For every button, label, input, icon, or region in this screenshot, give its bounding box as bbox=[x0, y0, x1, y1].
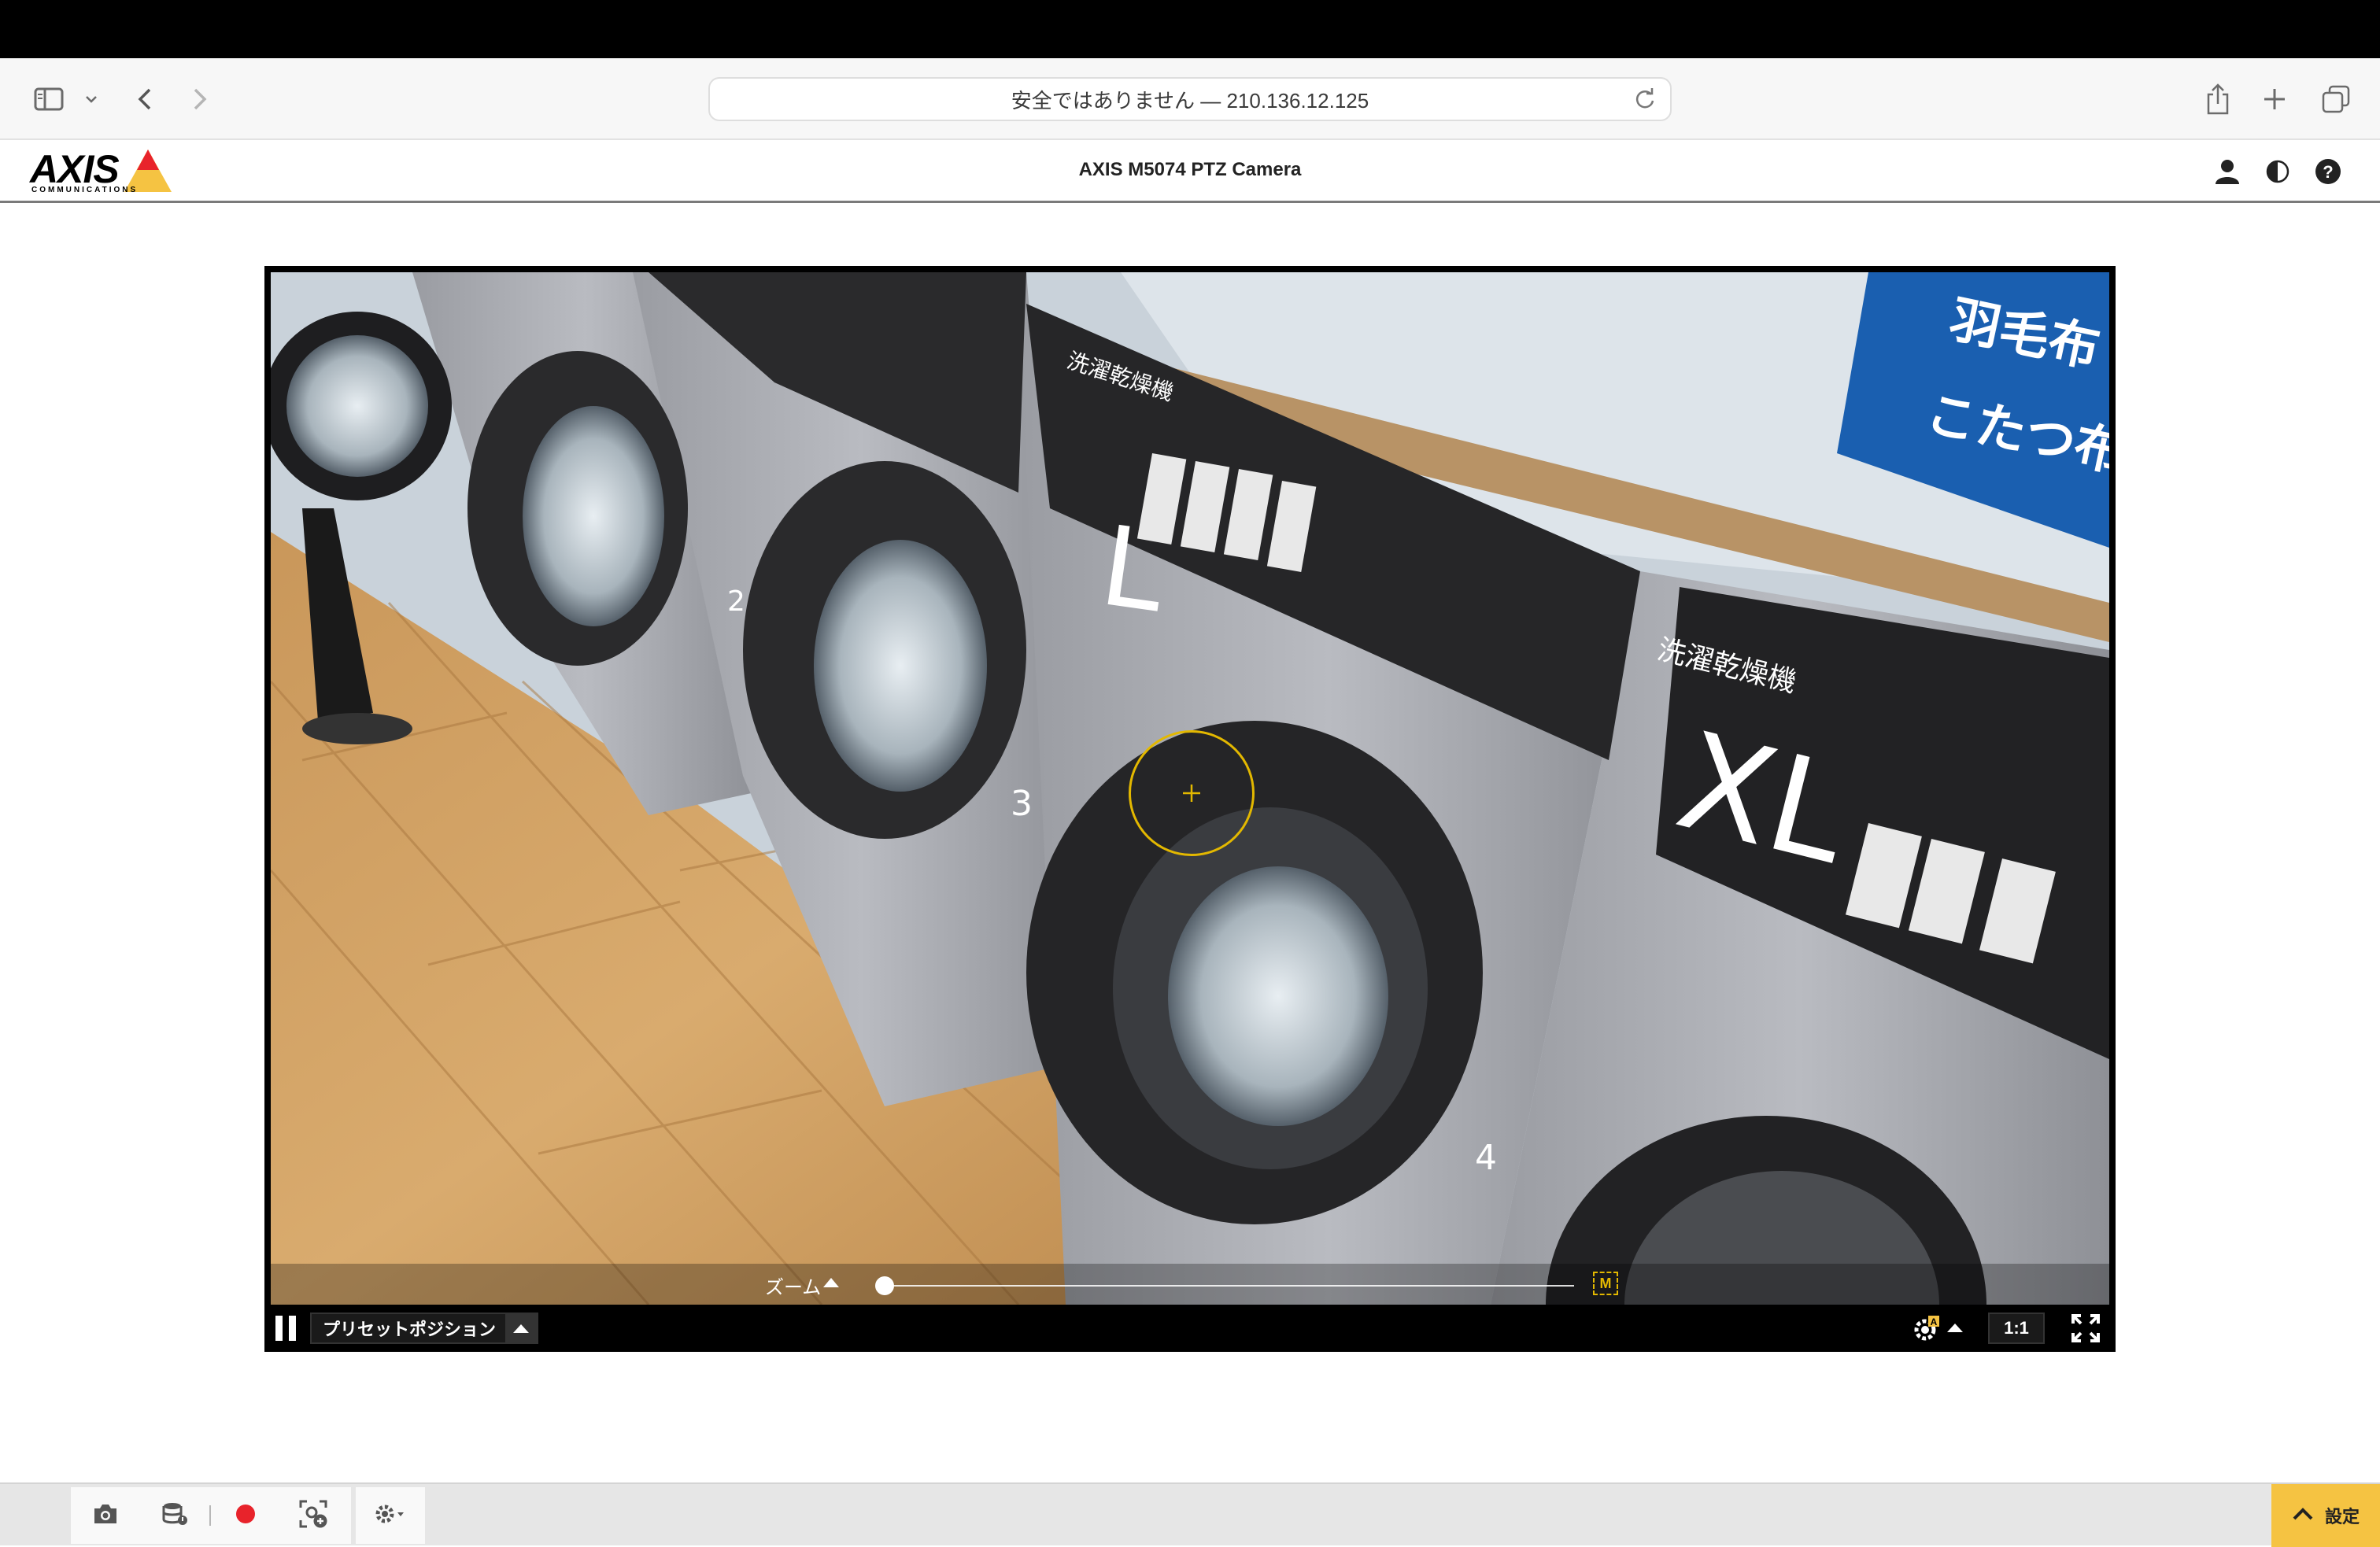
zoom-menu-caret-icon[interactable] bbox=[823, 1278, 839, 1287]
storage-icon bbox=[161, 1502, 188, 1530]
user-icon[interactable] bbox=[2210, 154, 2245, 189]
player-control-bar: プリセットポジション A 1:1 bbox=[264, 1305, 2116, 1352]
brand-subtitle: COMMUNICATIONS bbox=[31, 186, 139, 194]
zoom-mode-badge[interactable]: M bbox=[1593, 1272, 1618, 1295]
crosshair-icon bbox=[1183, 785, 1200, 802]
page-title: AXIS M5074 PTZ Camera bbox=[1078, 159, 1302, 180]
reload-icon[interactable] bbox=[1632, 87, 1658, 116]
camera-icon bbox=[92, 1503, 119, 1529]
pause-icon[interactable] bbox=[275, 1316, 299, 1341]
ptz-add-button[interactable] bbox=[279, 1487, 348, 1544]
record-button[interactable] bbox=[211, 1487, 280, 1544]
record-icon bbox=[235, 1503, 257, 1529]
tabs-icon[interactable] bbox=[2319, 82, 2353, 116]
settings-panel-button[interactable]: 設定 bbox=[2271, 1484, 2380, 1547]
bottom-toolbar: 設定 bbox=[0, 1482, 2380, 1547]
ptz-add-tool bbox=[279, 1487, 351, 1544]
forward-icon[interactable] bbox=[187, 82, 213, 116]
address-bar[interactable]: 安全ではありません — 210.136.12.125 bbox=[708, 77, 1672, 121]
zoom-slider-handle[interactable] bbox=[875, 1276, 894, 1295]
back-icon[interactable] bbox=[132, 82, 157, 116]
settings-tool-group bbox=[356, 1487, 425, 1544]
contrast-icon[interactable] bbox=[2260, 154, 2295, 189]
new-tab-icon[interactable] bbox=[2259, 82, 2290, 116]
chevron-down-icon[interactable] bbox=[82, 82, 101, 116]
sidebar-icon[interactable] bbox=[31, 82, 66, 116]
live-view-player: 羽毛布 こたつ布 L XL 洗濯乾燥機 洗濯乾燥機 3 4 2 ズーム M プリ… bbox=[264, 266, 2116, 1352]
system-top-bar bbox=[0, 0, 2380, 58]
zoom-slider-track[interactable] bbox=[885, 1285, 1574, 1287]
aspect-ratio-button[interactable]: 1:1 bbox=[1988, 1313, 2045, 1344]
gear-icon bbox=[374, 1502, 407, 1530]
browser-toolbar: 安全ではありません — 210.136.12.125 bbox=[0, 58, 2380, 140]
svg-text:2: 2 bbox=[727, 585, 745, 618]
stream-settings-caret-icon[interactable] bbox=[1947, 1324, 1963, 1332]
chevron-up-icon[interactable] bbox=[505, 1314, 537, 1342]
svg-text:A: A bbox=[1931, 1316, 1938, 1327]
storage-button[interactable] bbox=[140, 1487, 209, 1544]
zoom-label: ズーム bbox=[765, 1277, 822, 1298]
view-settings-button[interactable] bbox=[356, 1487, 425, 1544]
ptz-target-marker bbox=[1129, 730, 1255, 856]
chevron-up-icon bbox=[2292, 1507, 2314, 1525]
preset-position-label: プリセットポジション bbox=[323, 1320, 497, 1339]
help-icon[interactable]: ? bbox=[2311, 154, 2345, 189]
svg-text:3: 3 bbox=[1011, 784, 1033, 824]
preset-position-button[interactable]: プリセットポジション bbox=[310, 1313, 538, 1344]
app-header: AXIS COMMUNICATIONS AXIS M5074 PTZ Camer… bbox=[0, 140, 2380, 203]
address-text: 安全ではありません — 210.136.12.125 bbox=[1011, 88, 1369, 113]
snapshot-button[interactable] bbox=[71, 1487, 140, 1544]
zoom-control: ズーム M bbox=[271, 1264, 2109, 1305]
share-icon[interactable] bbox=[2202, 82, 2234, 116]
ptz-add-icon bbox=[299, 1500, 327, 1532]
svg-text:?: ? bbox=[2323, 162, 2333, 182]
settings-label: 設定 bbox=[2324, 1507, 2360, 1527]
fullscreen-icon[interactable] bbox=[2071, 1314, 2100, 1346]
video-stream[interactable]: 羽毛布 こたつ布 L XL 洗濯乾燥機 洗濯乾燥機 3 4 2 ズーム M bbox=[271, 272, 2109, 1305]
gear-auto-icon[interactable]: A bbox=[1911, 1314, 1941, 1348]
svg-text:4: 4 bbox=[1475, 1138, 1497, 1178]
